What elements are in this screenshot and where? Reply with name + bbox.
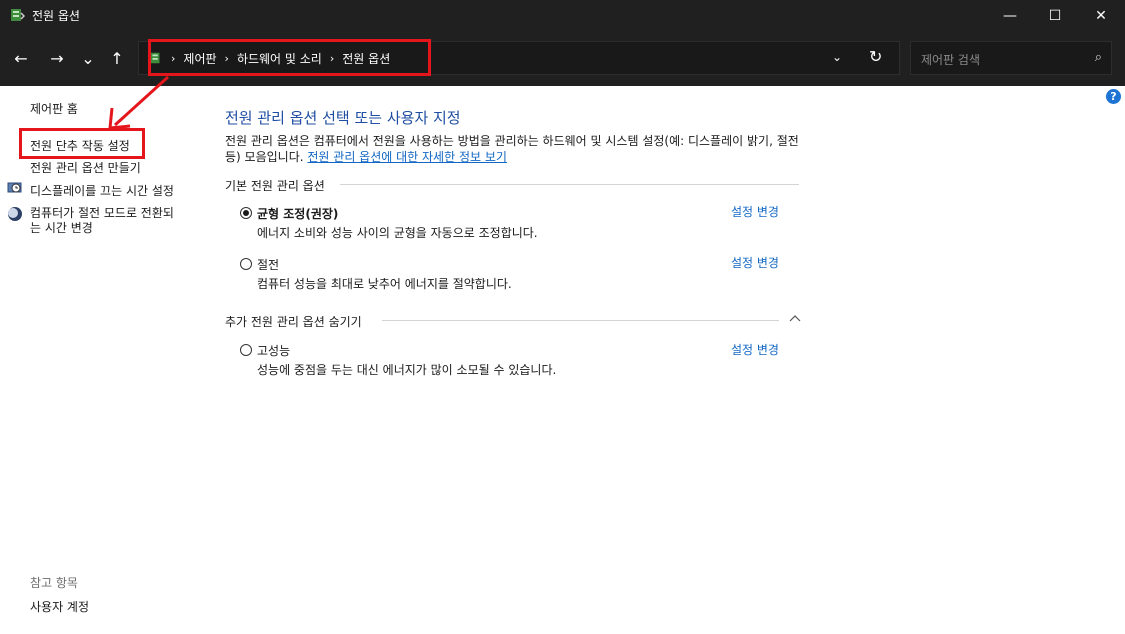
search-box[interactable]: 제어판 검색 ⌕: [910, 41, 1112, 75]
window-title: 전원 옵션: [32, 9, 80, 23]
plan-name: 균형 조정(권장): [257, 207, 339, 221]
content-area: 제어판 홈 전원 단추 작동 설정 전원 관리 옵션 만들기 디스플레이를 끄는…: [0, 86, 1125, 634]
sidebar-annotation-box: [19, 128, 145, 159]
radio-power-saver[interactable]: [240, 258, 252, 270]
search-icon[interactable]: ⌕: [1095, 50, 1102, 65]
close-icon: ✕: [1095, 7, 1107, 24]
change-settings-link-balanced[interactable]: 설정 변경: [731, 203, 779, 220]
radio-balanced[interactable]: [240, 207, 252, 219]
refresh-icon[interactable]: ↻: [869, 47, 882, 66]
chevron-up-icon[interactable]: [789, 314, 801, 322]
sidebar-item-user-accounts[interactable]: 사용자 계정: [30, 598, 89, 615]
plan-description: 성능에 중점을 두는 대신 에너지가 많이 소모될 수 있습니다.: [257, 363, 557, 377]
power-options-icon: [11, 9, 25, 21]
section-divider: [340, 184, 799, 185]
extra-plans-heading[interactable]: 추가 전원 관리 옵션 숨기기: [225, 313, 362, 330]
recent-locations-button[interactable]: ⌄: [76, 46, 100, 70]
address-dropdown-icon[interactable]: ⌄: [832, 50, 842, 64]
forward-arrow-icon: →: [50, 48, 64, 68]
plan-description: 에너지 소비와 성능 사이의 균형을 자동으로 조정합니다.: [257, 226, 538, 240]
basic-plans-heading: 기본 전원 관리 옵션: [225, 179, 325, 193]
sidebar-item-display-off-time[interactable]: 디스플레이를 끄는 시간 설정: [30, 182, 174, 199]
sidebar-item-control-panel-home[interactable]: 제어판 홈: [30, 100, 78, 117]
sidebar-item-sleep-time[interactable]: 컴퓨터가 절전 모드로 전환되 는 시간 변경: [30, 206, 174, 236]
page-title: 전원 관리 옵션 선택 또는 사용자 지정: [225, 109, 461, 127]
sidebar-item-create-power-plan[interactable]: 전원 관리 옵션 만들기: [30, 159, 141, 176]
sleep-moon-icon: [8, 207, 22, 221]
up-button[interactable]: ↑: [105, 46, 129, 70]
section-divider: [382, 320, 779, 321]
breadcrumb-annotation-box: [148, 39, 431, 76]
search-input[interactable]: 제어판 검색: [921, 51, 980, 68]
radio-high-performance[interactable]: [240, 344, 252, 356]
maximize-button[interactable]: ☐: [1032, 0, 1078, 31]
minimize-icon: —: [1003, 7, 1017, 24]
close-button[interactable]: ✕: [1078, 0, 1124, 31]
up-arrow-icon: ↑: [110, 48, 124, 68]
page-description: 전원 관리 옵션은 컴퓨터에서 전원을 사용하는 방법을 관리하는 하드웨어 및…: [225, 133, 803, 165]
maximize-icon: ☐: [1048, 7, 1062, 24]
plan-name: 절전: [257, 258, 280, 272]
more-info-link[interactable]: 전원 관리 옵션에 대한 자세한 정보 보기: [307, 150, 507, 164]
chevron-down-icon: ⌄: [81, 48, 95, 68]
plan-name: 고성능: [257, 344, 291, 358]
title-bar: 전원 옵션 — ☐ ✕: [0, 0, 1125, 31]
help-icon[interactable]: ?: [1106, 89, 1121, 104]
change-settings-link-power-saver[interactable]: 설정 변경: [731, 254, 779, 271]
back-button[interactable]: ←: [9, 46, 33, 70]
see-also-heading: 참고 항목: [30, 576, 78, 590]
back-arrow-icon: ←: [14, 48, 28, 68]
display-icon: [7, 182, 22, 193]
plan-description: 컴퓨터 성능을 최대로 낮추어 에너지를 절약합니다.: [257, 277, 512, 291]
forward-button[interactable]: →: [45, 46, 69, 70]
minimize-button[interactable]: —: [987, 0, 1033, 31]
change-settings-link-high-performance[interactable]: 설정 변경: [731, 341, 779, 358]
